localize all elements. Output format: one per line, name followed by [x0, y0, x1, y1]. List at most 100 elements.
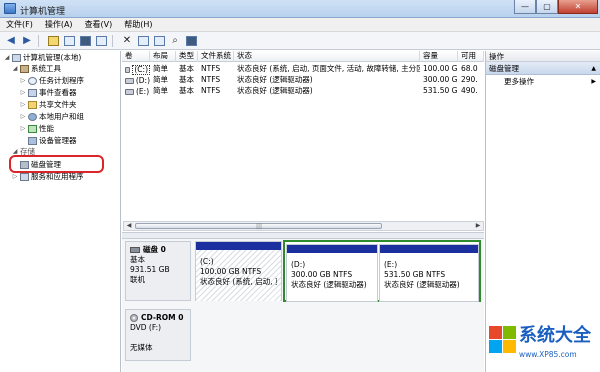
- volume-cell: (C:): [122, 64, 150, 75]
- column-header[interactable]: 容量: [420, 51, 458, 62]
- services-icon: [20, 173, 29, 181]
- refresh-icon[interactable]: [184, 34, 198, 48]
- up-folder-icon[interactable]: [46, 34, 60, 48]
- search-icon[interactable]: ⌕: [168, 34, 182, 48]
- folder-icon: [28, 101, 37, 109]
- back-icon[interactable]: ◀: [4, 34, 18, 48]
- toolbar-separator: [112, 34, 116, 47]
- tree-label: 设备管理器: [39, 136, 77, 145]
- expand-icon[interactable]: ▷: [20, 88, 26, 98]
- disk-title: CD-ROM 0: [141, 313, 184, 322]
- watermark: 系统大全 www.XP85.com: [487, 322, 600, 372]
- filesystem-cell: NTFS: [201, 75, 221, 84]
- forward-icon[interactable]: ▶: [20, 34, 34, 48]
- tree-item-task-scheduler[interactable]: ▷ 任务计划程序: [20, 76, 84, 86]
- collapse-arrow-icon: ▲: [591, 65, 596, 72]
- free-cell: 68.0: [461, 64, 478, 73]
- scroll-right-icon[interactable]: ▶: [473, 222, 483, 230]
- partition-d[interactable]: (D:) 300.00 GB NTFS 状态良好 (逻辑驱动器): [286, 244, 378, 302]
- collapse-icon[interactable]: ◢: [4, 53, 10, 63]
- column-header[interactable]: 卷: [122, 51, 150, 62]
- volume-cell: (E:): [122, 86, 150, 97]
- partition-c[interactable]: (C:) 100.00 GB NTFS 状态良好 (系统, 启动, 页: [195, 241, 282, 301]
- status-cell: 状态良好 (系统, 启动, 页面文件, 活动, 故障转储, 主分区): [237, 64, 420, 73]
- disk-spacer: [130, 333, 186, 343]
- console-icon[interactable]: [94, 34, 108, 48]
- menu-file[interactable]: 文件(F): [0, 18, 39, 31]
- clock-icon: [28, 77, 37, 85]
- partition-name: (D:): [291, 260, 306, 269]
- minimize-button[interactable]: —: [514, 0, 536, 14]
- capacity-cell: 531.50 GB: [423, 86, 458, 95]
- drive-icon: [125, 66, 131, 73]
- disk-type: DVD (F:): [130, 323, 162, 332]
- volume-name: (C:): [132, 64, 150, 75]
- volume-table-header: 卷 布局 类型 文件系统 状态 容量 可用: [122, 51, 484, 62]
- help-icon[interactable]: [78, 34, 92, 48]
- scrollbar-thumb[interactable]: |||: [135, 223, 382, 230]
- tree-item-system-tools[interactable]: ◢ 系统工具: [12, 64, 61, 74]
- more-actions-item[interactable]: 更多操作 ▶: [486, 75, 600, 88]
- column-header[interactable]: 状态: [234, 51, 420, 62]
- partition-body: (E:) 531.50 GB NTFS 状态良好 (逻辑驱动器): [380, 253, 478, 290]
- expand-icon[interactable]: ▷: [20, 100, 26, 110]
- watermark-url: www.XP85.com: [519, 350, 577, 359]
- free-cell: 290.: [461, 75, 478, 84]
- expand-icon[interactable]: ▷: [20, 76, 26, 86]
- delete-icon[interactable]: ✕: [120, 34, 134, 48]
- grip-icon: |||: [256, 223, 263, 230]
- horizontal-scrollbar[interactable]: ◀ ||| ▶: [123, 221, 484, 231]
- capacity-cell: 100.00 GB: [423, 64, 458, 73]
- disk-status: 联机: [130, 275, 145, 284]
- tree-item-shared-folders[interactable]: ▷ 共享文件夹: [20, 100, 77, 110]
- maximize-button[interactable]: ▢: [536, 0, 558, 14]
- show-tree-icon[interactable]: [62, 34, 76, 48]
- tree-item-services-apps[interactable]: ▷ 服务和应用程序: [12, 172, 84, 182]
- expand-icon[interactable]: ▷: [12, 172, 18, 182]
- volume-name: (D:): [135, 75, 150, 85]
- partition-e[interactable]: (E:) 531.50 GB NTFS 状态良好 (逻辑驱动器): [379, 244, 479, 302]
- partition-body: (C:) 100.00 GB NTFS 状态良好 (系统, 启动, 页: [196, 250, 281, 301]
- actions-section-disk-management[interactable]: 磁盘管理 ▲: [486, 62, 600, 75]
- tree-item-event-viewer[interactable]: ▷ 事件查看器: [20, 88, 77, 98]
- partition-body: (D:) 300.00 GB NTFS 状态良好 (逻辑驱动器): [287, 253, 377, 290]
- column-header[interactable]: 文件系统: [198, 51, 234, 62]
- properties-icon[interactable]: [136, 34, 150, 48]
- highlight-ring: [9, 155, 104, 173]
- table-row[interactable]: (E:) 简单 基本 NTFS 状态良好 (逻辑驱动器) 531.50 GB 4…: [122, 86, 484, 97]
- column-header[interactable]: 类型: [176, 51, 198, 62]
- windows-logo-icon: [489, 326, 517, 354]
- pane-splitter[interactable]: [122, 232, 484, 239]
- expand-icon[interactable]: ▷: [20, 124, 26, 134]
- column-header[interactable]: 可用: [458, 51, 484, 62]
- table-row[interactable]: (D:) 简单 基本 NTFS 状态良好 (逻辑驱动器) 300.00 GB 2…: [122, 75, 484, 86]
- layout-cell: 简单: [153, 64, 168, 73]
- toolbar: ◀ ▶ ✕ ⌕: [0, 32, 600, 50]
- menu-help[interactable]: 帮助(H): [118, 18, 158, 31]
- tree-label: 事件查看器: [39, 88, 77, 97]
- partition-status: 状态良好 (系统, 启动, 页: [200, 277, 277, 286]
- menu-action[interactable]: 操作(A): [39, 18, 79, 31]
- close-button[interactable]: ✕: [558, 0, 598, 14]
- table-row[interactable]: (C:) 简单 基本 NTFS 状态良好 (系统, 启动, 页面文件, 活动, …: [122, 64, 484, 75]
- column-header[interactable]: 布局: [150, 51, 176, 62]
- tree-item-local-users[interactable]: ▷ 本地用户和组: [20, 112, 84, 122]
- extended-partition[interactable]: (D:) 300.00 GB NTFS 状态良好 (逻辑驱动器) (E:) 53…: [283, 240, 481, 302]
- drive-icon: [125, 77, 134, 84]
- volume-cell: (D:): [122, 75, 150, 86]
- menu-view[interactable]: 查看(V): [79, 18, 119, 31]
- disk-icon[interactable]: [152, 34, 166, 48]
- partition-size: 300.00 GB NTFS: [291, 270, 353, 279]
- cdrom-0-info[interactable]: CD-ROM 0 DVD (F:) 无媒体: [125, 309, 191, 361]
- tree-item-performance[interactable]: ▷ 性能: [20, 124, 54, 134]
- partition-size: 531.50 GB NTFS: [384, 270, 446, 279]
- partition-bar: [196, 242, 281, 250]
- disk-0-info[interactable]: 磁盘 0 基本 931.51 GB 联机: [125, 241, 191, 301]
- cdrom-empty-area: [195, 309, 484, 372]
- collapse-icon[interactable]: ◢: [12, 64, 18, 74]
- tree-root[interactable]: ◢ 计算机管理(本地): [4, 53, 81, 63]
- tree-item-device-manager[interactable]: 设备管理器: [28, 136, 77, 146]
- scroll-left-icon[interactable]: ◀: [124, 222, 134, 230]
- toolbar-separator: [38, 34, 42, 47]
- expand-icon[interactable]: ▷: [20, 112, 26, 122]
